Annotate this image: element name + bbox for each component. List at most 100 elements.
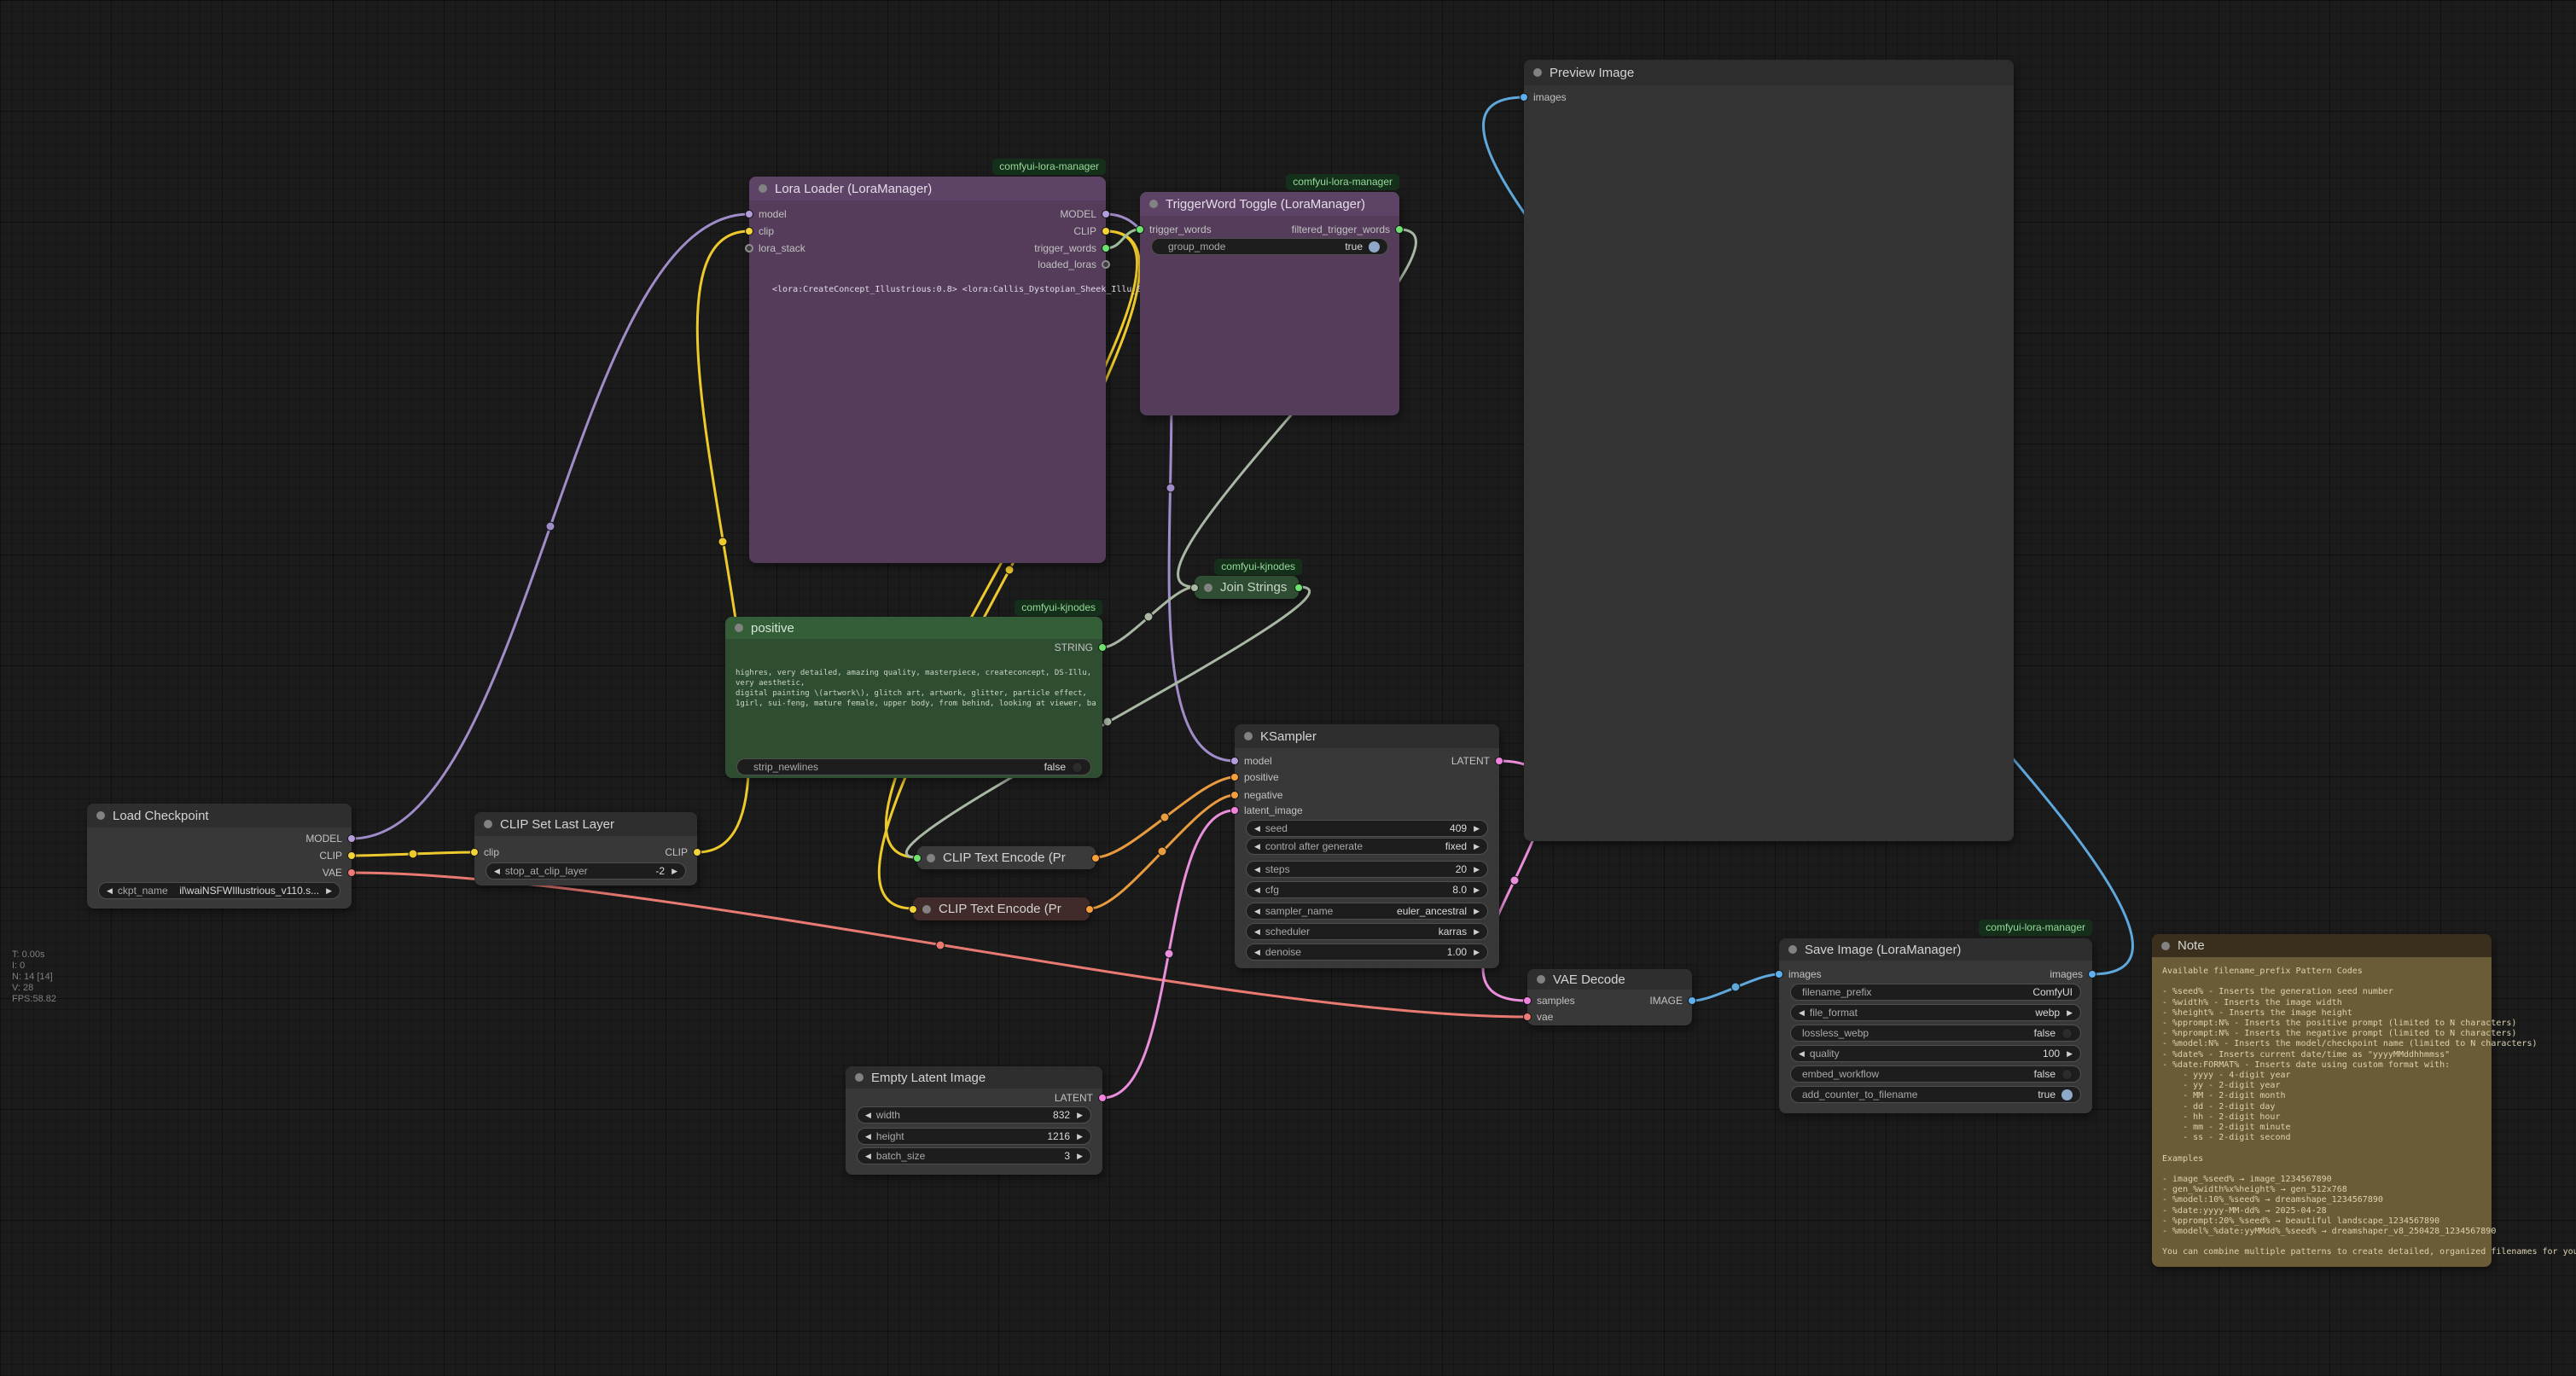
add-counter-toggle-widget[interactable]: add_counter_to_filenametrue [1790,1086,2081,1103]
string-output-port[interactable] [1098,643,1107,652]
increment-arrow-icon[interactable]: ▶ [1077,1152,1083,1161]
collapse-dot-icon[interactable] [1533,68,1542,77]
increment-arrow-icon[interactable]: ▶ [1474,865,1480,874]
increment-arrow-icon[interactable]: ▶ [1077,1132,1083,1141]
node-save-image[interactable]: comfyui-lora-manager Save Image (LoraMan… [1779,938,2092,1113]
latent-output-port[interactable] [1098,1094,1107,1102]
join-strings-title-bar[interactable]: Join Strings [1195,576,1299,599]
increment-arrow-icon[interactable]: ▶ [2067,1008,2073,1018]
trigger-words-input-port[interactable] [1136,225,1144,234]
model-output-port[interactable] [1102,210,1110,218]
toggle-indicator[interactable] [2061,1028,2073,1039]
decrement-arrow-icon[interactable]: ◀ [1254,907,1260,916]
save-image-title-bar[interactable]: Save Image (LoraManager) [1779,938,2092,961]
collapse-dot-icon[interactable] [484,820,492,828]
group-mode-toggle-widget[interactable]: group_mode true [1151,238,1388,255]
clip-text-encode-title-bar[interactable]: CLIP Text Encode (Pr [917,846,1096,869]
node-ksampler[interactable]: KSampler model positive negative latent_… [1235,724,1499,968]
node-load-checkpoint[interactable]: Load Checkpoint MODEL CLIP VAE ◀ ckpt_na… [87,804,352,909]
collapse-dot-icon[interactable] [759,184,767,193]
trigger-words-output-port[interactable] [1102,244,1110,253]
control-after-generate-widget[interactable]: ◀control after generatefixed▶ [1246,838,1488,855]
ksampler-title-bar[interactable]: KSampler [1235,724,1499,748]
filtered-trigger-words-output-port[interactable] [1395,225,1404,234]
clip-input-port[interactable] [470,848,479,856]
loaded-loras-output-port[interactable] [1102,260,1110,269]
increment-arrow-icon[interactable]: ▶ [1474,842,1480,851]
collapse-dot-icon[interactable] [2161,942,2170,950]
clip-text-encode-title-bar[interactable]: CLIP Text Encode (Pr [913,897,1090,920]
model-input-port[interactable] [1230,757,1239,765]
node-empty-latent-image[interactable]: Empty Latent Image LATENT ◀width832▶ ◀he… [846,1066,1102,1175]
denoise-widget[interactable]: ◀denoise1.00▶ [1246,943,1488,961]
samples-input-port[interactable] [1523,996,1532,1005]
lora-stack-input-port[interactable] [745,244,753,253]
vae-input-port[interactable] [1523,1013,1532,1021]
ckpt-name-widget[interactable]: ◀ ckpt_name il\waiNSFWIllustrious_v110.s… [98,882,340,899]
clip-input-port[interactable] [745,227,753,235]
positive-input-port[interactable] [1230,773,1239,781]
prompt-textarea[interactable]: highres, very detailed, amazing quality,… [736,668,1101,753]
decrement-arrow-icon[interactable]: ◀ [1254,865,1260,874]
decrement-arrow-icon[interactable]: ◀ [1254,824,1260,833]
collapse-dot-icon[interactable] [735,624,743,632]
conditioning-output-port[interactable] [1091,854,1100,862]
seed-widget[interactable]: ◀seed409▶ [1246,820,1488,837]
increment-arrow-icon[interactable]: ▶ [1474,885,1480,895]
decrement-arrow-icon[interactable]: ◀ [865,1152,871,1161]
scheduler-widget[interactable]: ◀schedulerkarras▶ [1246,923,1488,940]
images-output-port[interactable] [2088,970,2096,978]
collapsed-input-port[interactable] [913,854,922,862]
node-join-strings[interactable]: comfyui-kjnodes Join Strings [1195,576,1299,599]
lora-loader-title-bar[interactable]: Lora Loader (LoraManager) [749,177,1106,200]
increment-arrow-icon[interactable]: ▶ [1474,948,1480,957]
decrement-arrow-icon[interactable]: ◀ [865,1111,871,1120]
decrement-arrow-icon[interactable]: ◀ [1254,885,1260,895]
model-output-port[interactable] [347,834,356,843]
images-input-port[interactable] [1520,93,1528,102]
node-lora-loader[interactable]: comfyui-lora-manager Lora Loader (LoraMa… [749,177,1106,563]
latent-output-port[interactable] [1495,757,1503,765]
sampler-name-widget[interactable]: ◀sampler_nameeuler_ancestral▶ [1246,903,1488,920]
node-preview-image[interactable]: Preview Image images [1524,60,2014,841]
node-clip-text-encode-positive[interactable]: CLIP Text Encode (Pr [917,846,1096,869]
node-triggerword-toggle[interactable]: comfyui-lora-manager TriggerWord Toggle … [1140,192,1399,415]
toggle-indicator[interactable] [2061,1089,2073,1100]
vae-output-port[interactable] [347,868,356,877]
collapsed-input-port[interactable] [1190,583,1199,592]
string-output-port[interactable] [1294,583,1303,592]
embed-workflow-toggle-widget[interactable]: embed_workflowfalse [1790,1065,2081,1083]
collapse-dot-icon[interactable] [1204,583,1212,592]
toggle-indicator[interactable] [1072,762,1083,773]
collapse-dot-icon[interactable] [1244,732,1253,740]
increment-arrow-icon[interactable]: ▶ [672,867,677,876]
triggerword-toggle-title-bar[interactable]: TriggerWord Toggle (LoraManager) [1140,192,1399,216]
increment-arrow-icon[interactable]: ▶ [1474,907,1480,916]
file-format-widget[interactable]: ◀file_formatwebp▶ [1790,1004,2081,1021]
decrement-arrow-icon[interactable]: ◀ [1254,842,1260,851]
node-positive-prompt[interactable]: comfyui-kjnodes positive STRING highres,… [725,617,1102,778]
lossless-webp-toggle-widget[interactable]: lossless_webpfalse [1790,1025,2081,1042]
increment-arrow-icon[interactable]: ▶ [2067,1049,2073,1059]
increment-arrow-icon[interactable]: ▶ [1474,824,1480,833]
quality-widget[interactable]: ◀quality100▶ [1790,1045,2081,1062]
loras-text[interactable]: <lora:CreateConcept_Illustrious:0.8> <lo… [772,285,1199,294]
node-graph-canvas[interactable]: { "badges": { "lora_manager": "comfyui-l… [0,0,2576,1376]
decrement-arrow-icon[interactable]: ◀ [1799,1049,1805,1059]
load-checkpoint-title-bar[interactable]: Load Checkpoint [87,804,352,827]
model-input-port[interactable] [745,210,753,218]
node-vae-decode[interactable]: VAE Decode samples vae IMAGE [1527,969,1692,1025]
preview-image-title-bar[interactable]: Preview Image [1524,60,2014,85]
increment-arrow-icon[interactable]: ▶ [326,886,332,896]
toggle-indicator[interactable] [2061,1069,2073,1080]
increment-arrow-icon[interactable]: ▶ [1077,1111,1083,1120]
positive-title-bar[interactable]: positive [725,617,1102,639]
collapse-dot-icon[interactable] [1537,975,1545,984]
decrement-arrow-icon[interactable]: ◀ [865,1132,871,1141]
collapse-dot-icon[interactable] [922,905,931,914]
empty-latent-title-bar[interactable]: Empty Latent Image [846,1066,1102,1089]
latent-image-input-port[interactable] [1230,806,1239,815]
image-output-port[interactable] [1688,996,1696,1005]
decrement-arrow-icon[interactable]: ◀ [1799,1008,1805,1018]
clip-set-last-layer-title-bar[interactable]: CLIP Set Last Layer [474,812,697,836]
